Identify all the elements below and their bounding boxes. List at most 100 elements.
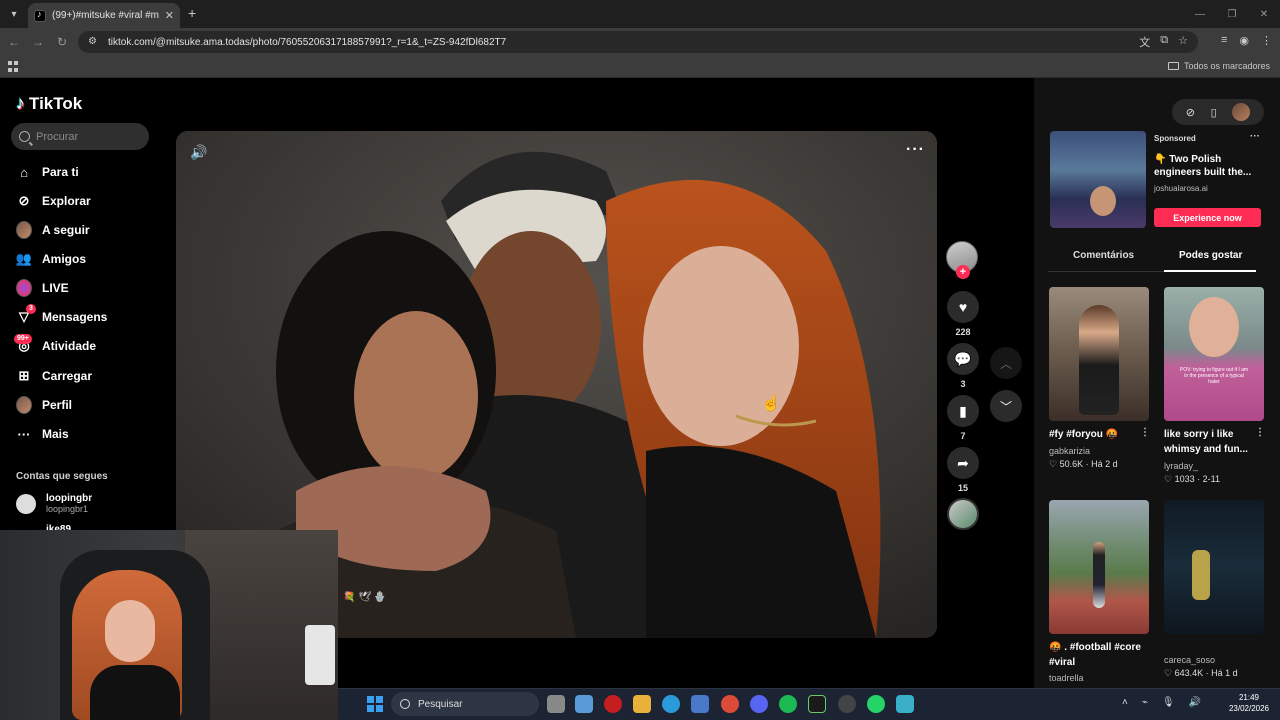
card-title[interactable]: like sorry i like whimsy and fun... [1164, 427, 1256, 457]
sidebar-item-a-seguir[interactable]: A seguir [16, 221, 90, 239]
spotify-icon[interactable] [779, 695, 797, 713]
sidebar-item-mensagens[interactable]: ▽ 3 Mensagens [16, 304, 107, 325]
site-info-icon[interactable]: ⚙ [88, 36, 100, 48]
suggested-video-thumbnail[interactable] [1049, 287, 1149, 421]
edge-icon[interactable] [662, 695, 680, 713]
share-button[interactable]: ➦ [947, 447, 979, 479]
post-caption-emojis: 💐 🕊 🪬 [343, 592, 387, 603]
profile-icon [16, 396, 32, 414]
taskbar-search-input[interactable]: Pesquisar [391, 692, 539, 716]
sidebar-item-mais[interactable]: ··· Mais [16, 426, 69, 442]
previous-post-button[interactable]: ︿ [990, 347, 1022, 379]
open-in-app-icon[interactable]: ⧉ [1160, 34, 1168, 50]
suggested-video-thumbnail[interactable]: POV: trying to figure out if I am in the… [1164, 287, 1264, 421]
apps-grid-icon[interactable] [8, 61, 19, 72]
taskbar-clock[interactable]: 21:49 23/02/2026 [1226, 692, 1272, 714]
sidebar-item-carregar[interactable]: ⊞ Carregar [16, 368, 92, 384]
ad-more-icon[interactable]: ··· [1250, 131, 1260, 142]
suggested-video-thumbnail[interactable] [1049, 500, 1149, 634]
obs-icon[interactable] [838, 695, 856, 713]
live-icon [16, 279, 32, 297]
sidebar-item-perfil[interactable]: Perfil [16, 396, 72, 414]
card-title[interactable]: #fy #foryou 🤬 [1049, 427, 1141, 442]
sidebar-item-label: Amigos [42, 252, 87, 266]
comment-icon: 💬 [954, 350, 972, 367]
card-username[interactable]: lyraday_ [1164, 461, 1198, 471]
tab-comentarios[interactable]: Comentários [1073, 250, 1134, 261]
follow-plus-icon[interactable]: + [956, 265, 970, 279]
media-controls-icon[interactable]: ≡ [1221, 34, 1227, 47]
card-title[interactable]: 🤬 . #football #core #viral [1049, 640, 1141, 670]
card-likes: 643.4K [1174, 668, 1204, 678]
back-arrow-icon[interactable]: ← [6, 34, 22, 50]
app-red-icon[interactable] [604, 695, 622, 713]
more-options-icon[interactable]: ··· [906, 141, 925, 159]
tiktok-logo[interactable]: ♪ TikTok [16, 93, 82, 114]
comment-button[interactable]: 💬 [947, 343, 979, 375]
upload-icon: ⊞ [18, 368, 30, 383]
reload-icon[interactable]: ↻ [54, 34, 70, 50]
suggested-video-thumbnail[interactable] [1164, 500, 1264, 634]
address-bar[interactable]: ⚙ tiktok.com/@mitsuke.ama.todas/photo/76… [78, 31, 1198, 53]
card-more-icon[interactable]: ⋮ [1255, 427, 1265, 438]
microphone-icon[interactable]: 🎙 [1162, 697, 1175, 708]
compass-icon[interactable]: ⊘ [1186, 106, 1195, 119]
chevron-up-icon: ︿ [999, 356, 1012, 371]
streamer-webcam [0, 530, 338, 720]
sidebar-item-live[interactable]: LIVE [16, 279, 69, 297]
close-tab-icon[interactable]: ✕ [165, 9, 174, 22]
card-username[interactable]: gabkarizia [1049, 446, 1090, 456]
next-post-button[interactable]: ﹀ [990, 390, 1022, 422]
browser-tab-active[interactable]: (99+)#mitsuke #viral #mulherd ✕ [28, 3, 180, 28]
whatsapp-icon[interactable] [867, 695, 885, 713]
card-username[interactable]: careca_soso [1164, 655, 1215, 665]
taskbar-search-placeholder: Pesquisar [418, 698, 463, 710]
chrome-icon[interactable] [721, 695, 739, 713]
widgets-icon[interactable] [575, 695, 593, 713]
ad-title[interactable]: 👇 Two Polish engineers built the... [1154, 153, 1258, 179]
bookmark-star-icon[interactable]: ☆ [1178, 34, 1188, 50]
screen: ▾ (99+)#mitsuke #viral #mulherd ✕ + — ❐ … [0, 0, 1280, 720]
sidebar-item-amigos[interactable]: 👥 Amigos [16, 251, 86, 267]
ad-cta-button[interactable]: Experience now [1154, 208, 1261, 227]
translate-icon[interactable]: 文 [1139, 34, 1150, 50]
sidebar-item-para-ti[interactable]: ⌂ Para ti [16, 164, 79, 180]
network-icon[interactable]: ⌁ [1142, 697, 1148, 708]
forward-arrow-icon[interactable]: → [30, 34, 46, 50]
browser-menu-icon[interactable]: ⋮ [1261, 34, 1272, 47]
like-button[interactable]: ♥ [947, 291, 979, 323]
discord-icon[interactable] [750, 695, 768, 713]
task-view-icon[interactable] [547, 695, 565, 713]
file-explorer-icon[interactable] [633, 695, 651, 713]
account-icon[interactable]: ◉ [1239, 34, 1249, 47]
notepad-icon[interactable] [896, 695, 914, 713]
windows-start-icon[interactable] [367, 696, 383, 712]
sidebar-item-atividade[interactable]: ◎ 99+ Atividade [14, 334, 96, 354]
compass-icon: ⊘ [18, 193, 30, 208]
card-more-icon[interactable]: ⋮ [1140, 427, 1150, 438]
new-tab-button[interactable]: + [188, 5, 196, 21]
avatar[interactable] [1232, 103, 1251, 121]
volume-icon[interactable]: 🔊 [190, 144, 208, 160]
top-right-controls: ⊘ ▯ [1172, 99, 1264, 125]
tab-search-button[interactable]: ▾ [4, 4, 24, 24]
save-button[interactable]: ▮ [947, 395, 979, 427]
minimize-icon[interactable]: — [1184, 0, 1216, 28]
app-terminal-icon[interactable] [808, 695, 826, 713]
tiktok-sidebar: ♪ TikTok Procurar ⌂ Para ti ⊘ Explorar A… [0, 78, 164, 535]
tray-chevron-up-icon[interactable]: ˄ [1122, 697, 1128, 708]
following-account[interactable]: loopingbr loopingbr1 [16, 493, 92, 514]
ad-thumbnail[interactable] [1050, 131, 1146, 228]
close-window-icon[interactable]: ✕ [1248, 0, 1280, 28]
search-input[interactable]: Procurar [11, 123, 149, 150]
all-bookmarks-button[interactable]: Todos os marcadores [1167, 61, 1270, 71]
sound-disc-icon[interactable] [947, 498, 979, 530]
volume-icon[interactable]: 🔊 [1189, 697, 1201, 708]
card-username[interactable]: toadrella [1049, 673, 1084, 683]
sidebar-item-explorar[interactable]: ⊘ Explorar [16, 193, 91, 209]
tab-podes-gostar[interactable]: Podes gostar [1179, 250, 1242, 261]
maximize-icon[interactable]: ❐ [1216, 0, 1248, 28]
card-likes: 50.6K [1059, 459, 1084, 469]
store-icon[interactable] [691, 695, 709, 713]
phone-icon[interactable]: ▯ [1211, 106, 1217, 119]
